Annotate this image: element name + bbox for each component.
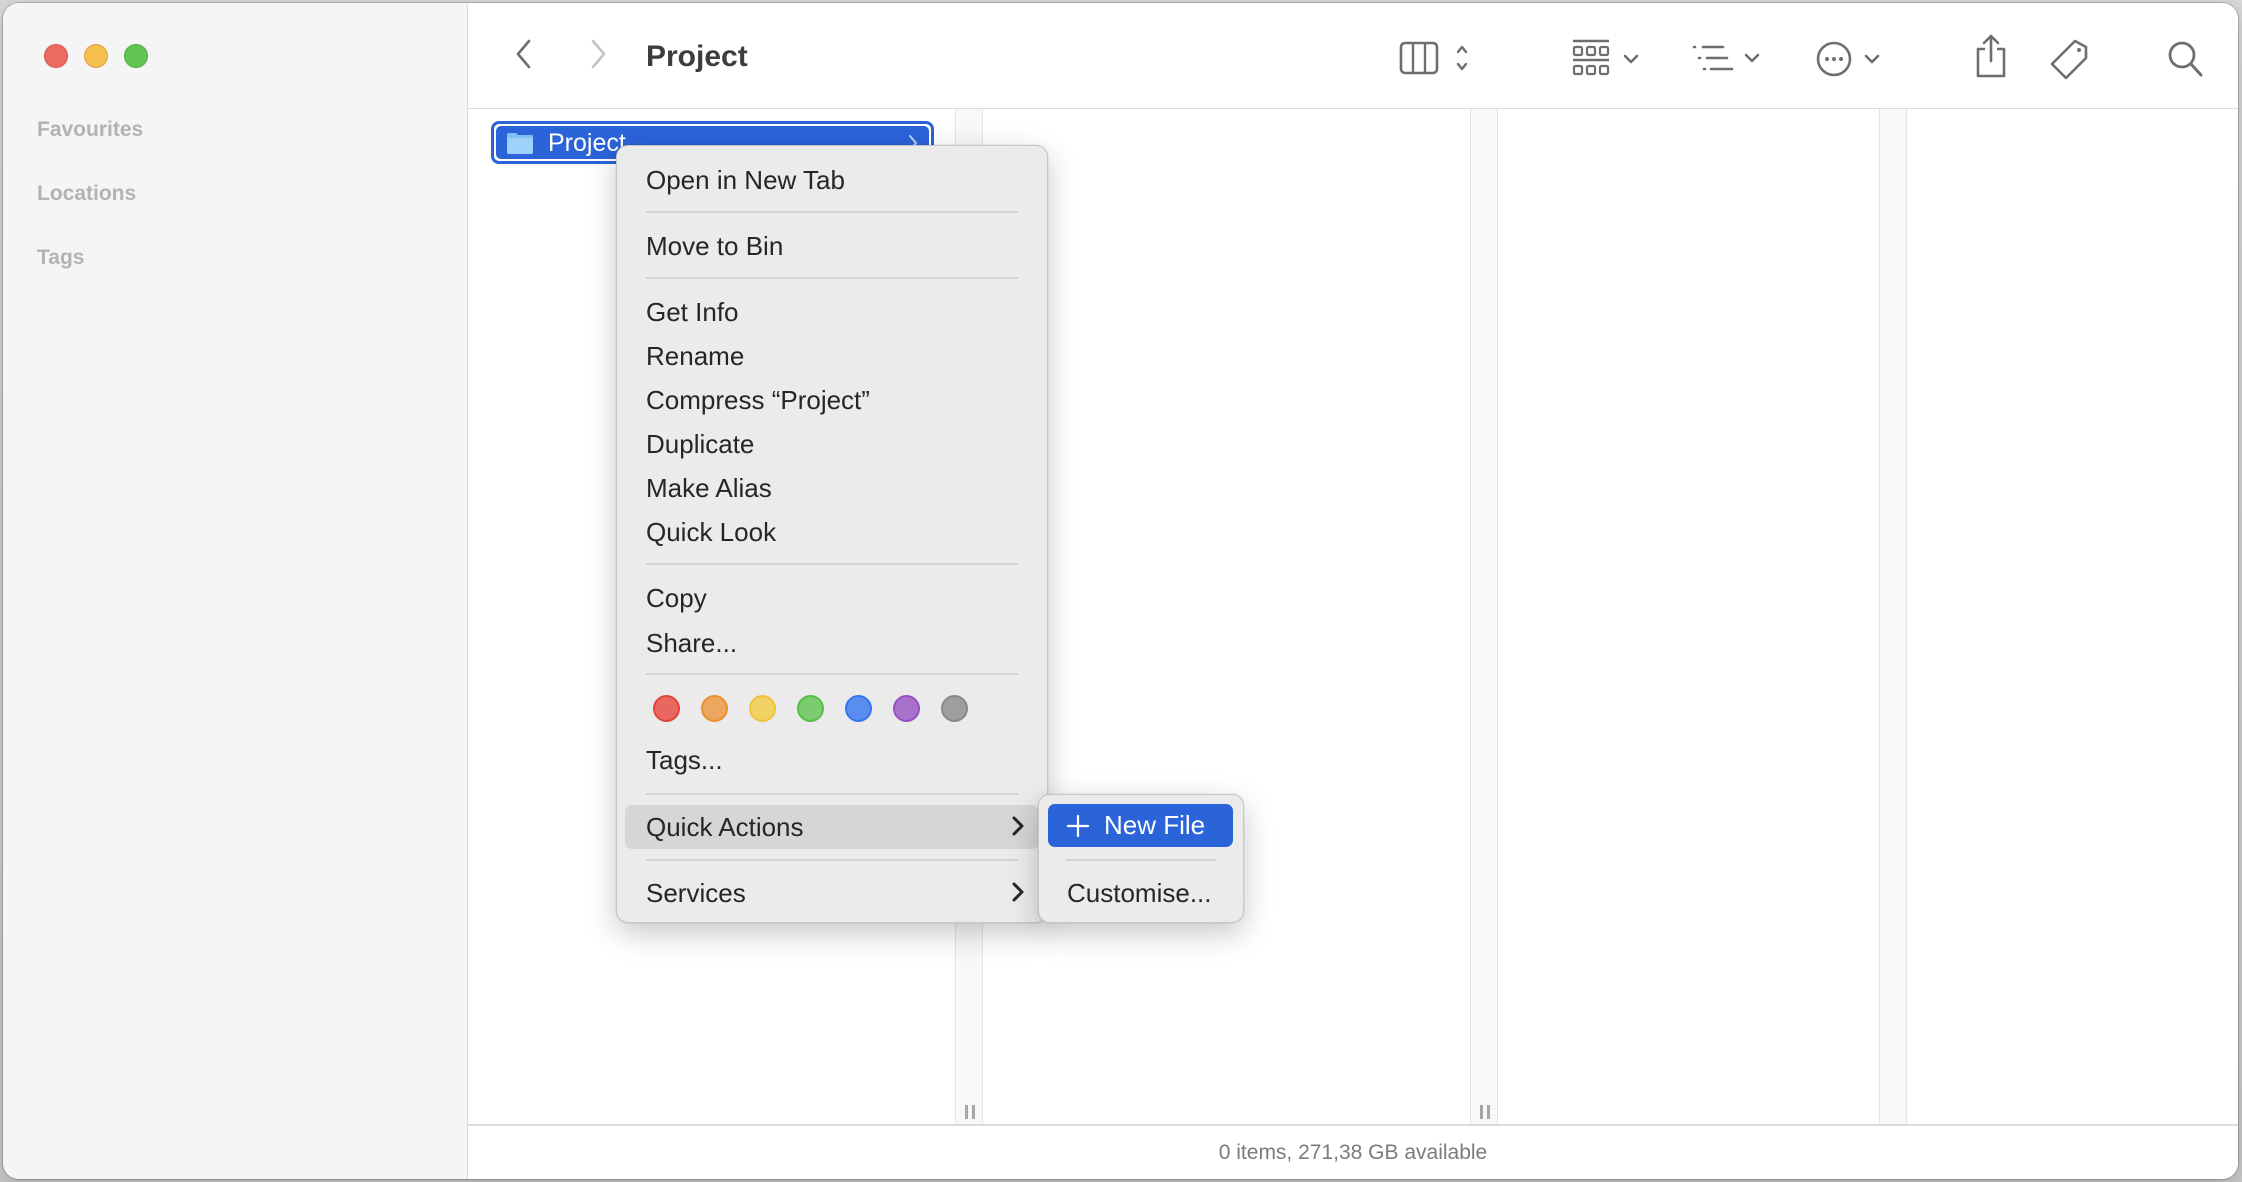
menu-item-get-info[interactable]: Get Info xyxy=(625,290,1039,334)
tag-color-red[interactable] xyxy=(653,695,680,722)
tag-color-orange[interactable] xyxy=(701,695,728,722)
tag-color-green[interactable] xyxy=(797,695,824,722)
status-text: 0 items, 271,38 GB available xyxy=(1218,1140,1488,1164)
tag-color-purple[interactable] xyxy=(893,695,920,722)
ellipsis-circle-icon xyxy=(1816,41,1880,77)
menu-item-compress[interactable]: Compress “Project” xyxy=(625,378,1039,422)
view-mode-button[interactable] xyxy=(1398,39,1478,77)
menu-item-services[interactable]: Services xyxy=(625,871,1039,915)
menu-item-duplicate[interactable]: Duplicate xyxy=(625,422,1039,466)
menu-separator xyxy=(646,673,1018,675)
menu-separator xyxy=(646,563,1018,565)
menu-item-quick-look[interactable]: Quick Look xyxy=(625,510,1039,554)
menu-item-quick-actions[interactable]: Quick Actions xyxy=(625,805,1039,849)
tag-button[interactable] xyxy=(2048,38,2092,80)
menu-item-copy[interactable]: Copy xyxy=(625,576,1039,620)
chevron-left-icon xyxy=(516,39,531,69)
chevron-right-icon xyxy=(1011,879,1025,910)
finder-window: Favourites Locations Tags Project Projec… xyxy=(3,3,2238,1179)
menu-item-label: Tags... xyxy=(646,744,723,775)
submenu-item-customise[interactable]: Customise... xyxy=(1067,875,1212,911)
plus-icon xyxy=(1066,814,1090,838)
search-icon xyxy=(2168,41,2203,77)
columns-icon xyxy=(1399,41,1468,75)
menu-item-label: Compress “Project” xyxy=(646,384,870,415)
chevron-down-icon xyxy=(1623,54,1639,64)
grid-icon xyxy=(1572,39,1639,76)
menu-separator xyxy=(646,211,1018,213)
column-resize-handle[interactable] xyxy=(1470,109,1498,1124)
menu-item-label: Share... xyxy=(646,627,738,658)
submenu-item-new-file[interactable]: New File xyxy=(1048,804,1233,847)
submenu-item-label: New File xyxy=(1104,810,1206,840)
menu-separator xyxy=(646,859,1018,861)
forward-button[interactable] xyxy=(586,39,610,69)
sort-button[interactable] xyxy=(1691,41,1771,77)
sidebar-section-locations[interactable]: Locations xyxy=(37,181,136,207)
menu-item-label: Quick Actions xyxy=(646,811,804,842)
tag-color-blue[interactable] xyxy=(845,695,872,722)
context-menu: Open in New Tab Move to Bin Get Info Ren… xyxy=(616,145,1048,923)
menu-item-label: Services xyxy=(646,877,746,908)
menu-item-label: Move to Bin xyxy=(646,230,784,261)
search-button[interactable] xyxy=(2167,40,2205,78)
menu-item-label: Copy xyxy=(646,582,707,613)
tag-icon xyxy=(2050,39,2088,80)
menu-separator xyxy=(1066,859,1216,861)
folder-name: Project xyxy=(548,128,626,157)
menu-item-make-alias[interactable]: Make Alias xyxy=(625,466,1039,510)
menu-item-label: Duplicate xyxy=(646,428,755,459)
menu-item-move-to-bin[interactable]: Move to Bin xyxy=(625,224,1039,268)
chevron-right-icon xyxy=(1011,813,1025,844)
menu-item-label: Get Info xyxy=(646,296,739,327)
folder-icon xyxy=(506,131,534,154)
menu-item-open-in-new-tab[interactable]: Open in New Tab xyxy=(625,158,1039,202)
tag-color-yellow[interactable] xyxy=(749,695,776,722)
sidebar: Favourites Locations Tags xyxy=(3,3,468,1179)
quick-actions-submenu: New File Customise... xyxy=(1038,794,1244,923)
column-divider[interactable] xyxy=(1879,109,1907,1124)
chevron-right-icon xyxy=(591,39,606,69)
menu-item-label: Make Alias xyxy=(646,472,772,503)
back-button[interactable] xyxy=(512,39,536,69)
window-title: Project xyxy=(646,40,748,73)
menu-separator xyxy=(646,793,1018,795)
menu-item-label: Open in New Tab xyxy=(646,164,845,195)
list-icon xyxy=(1692,45,1760,71)
action-button[interactable] xyxy=(1815,39,1895,79)
sidebar-section-favourites[interactable]: Favourites xyxy=(37,117,143,143)
menu-item-tags[interactable]: Tags... xyxy=(625,738,1039,782)
toolbar: Project xyxy=(468,3,2238,109)
minimize-button[interactable] xyxy=(84,44,108,68)
menu-item-share[interactable]: Share... xyxy=(625,621,1039,665)
menu-item-rename[interactable]: Rename xyxy=(625,334,1039,378)
share-icon xyxy=(1976,34,2006,78)
group-button[interactable] xyxy=(1570,39,1650,79)
close-button[interactable] xyxy=(44,44,68,68)
zoom-button[interactable] xyxy=(124,44,148,68)
share-button[interactable] xyxy=(1973,33,2009,79)
menu-separator xyxy=(646,277,1018,279)
tag-color-gray[interactable] xyxy=(941,695,968,722)
sidebar-section-tags[interactable]: Tags xyxy=(37,245,84,271)
menu-item-label: Rename xyxy=(646,340,745,371)
status-bar: 0 items, 271,38 GB available xyxy=(468,1124,2238,1179)
menu-item-label: Quick Look xyxy=(646,516,777,547)
